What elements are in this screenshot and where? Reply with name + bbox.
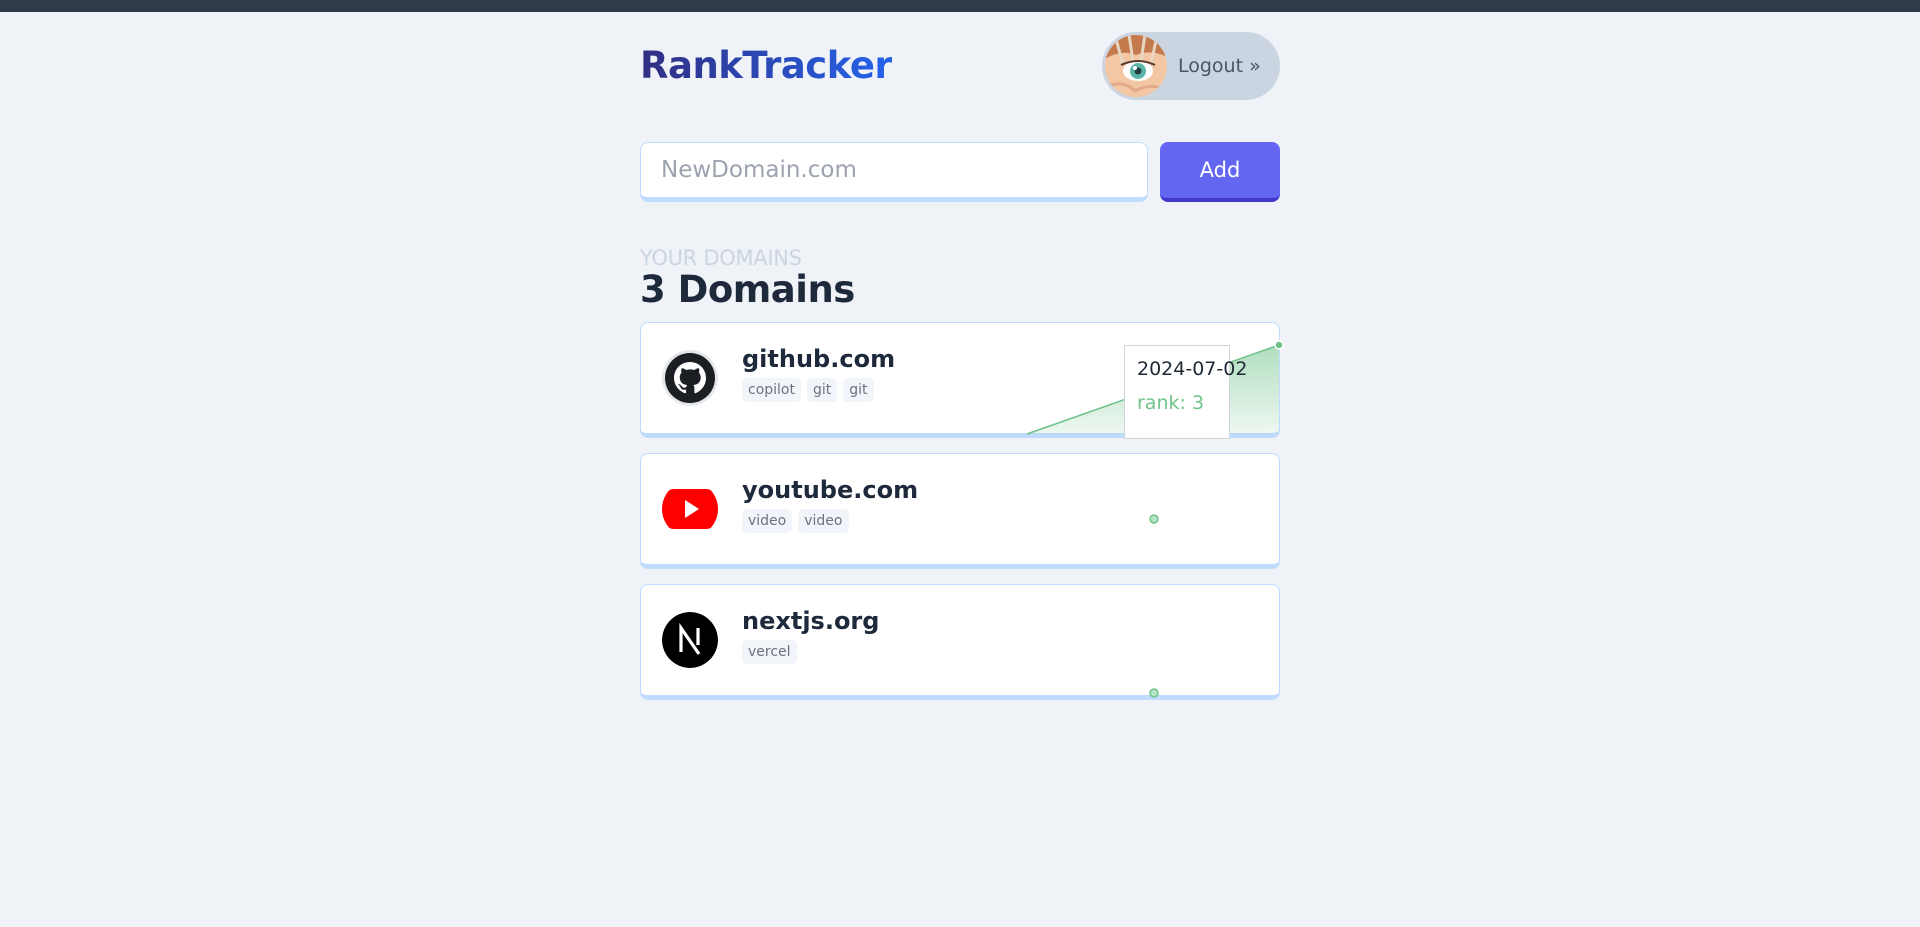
top-bar — [0, 0, 1920, 12]
domain-name: nextjs.org — [742, 607, 880, 635]
tag-list: vercel — [742, 640, 803, 664]
chart-tooltip: 2024-07-02 rank: 3 — [1124, 345, 1248, 439]
add-button[interactable]: Add — [1160, 142, 1280, 202]
github-icon — [662, 350, 718, 406]
domain-name: youtube.com — [742, 476, 919, 504]
tag-list: video video — [742, 509, 855, 533]
logout-label: Logout » — [1178, 55, 1261, 77]
add-domain-form: Add — [640, 142, 1280, 202]
rank-sparkline — [1149, 688, 1159, 698]
domain-input[interactable] — [640, 142, 1148, 202]
domain-list: github.com copilot git git 2024-07-02 ra… — [640, 322, 1284, 700]
domain-name: github.com — [742, 345, 896, 373]
tag: video — [742, 509, 793, 533]
app-title: RankTracker — [640, 44, 893, 87]
tooltip-rank: rank: 3 — [1137, 392, 1205, 414]
domain-card[interactable]: github.com copilot git git 2024-07-02 ra… — [640, 322, 1284, 439]
nextjs-icon — [662, 612, 718, 668]
domain-card[interactable]: youtube.com video video — [640, 453, 1280, 569]
header: RankTracker Logout » — [640, 12, 1280, 118]
rank-sparkline — [1149, 514, 1159, 524]
tag-list: copilot git git — [742, 378, 880, 402]
tag: git — [806, 378, 838, 402]
logout-button[interactable]: Logout » — [1102, 32, 1280, 100]
section-title: 3 Domains — [640, 268, 855, 311]
tooltip-date: 2024-07-02 — [1137, 358, 1248, 380]
tag: vercel — [742, 640, 797, 664]
tag: copilot — [742, 378, 801, 402]
avatar — [1105, 35, 1167, 97]
main-container: RankTracker Logout » Add YOUR D — [640, 12, 1284, 715]
tag: git — [843, 378, 874, 402]
youtube-icon — [662, 481, 718, 537]
domain-card[interactable]: nextjs.org vercel — [640, 584, 1280, 700]
tag: video — [798, 509, 849, 533]
section-kicker: YOUR DOMAINS — [640, 246, 802, 270]
